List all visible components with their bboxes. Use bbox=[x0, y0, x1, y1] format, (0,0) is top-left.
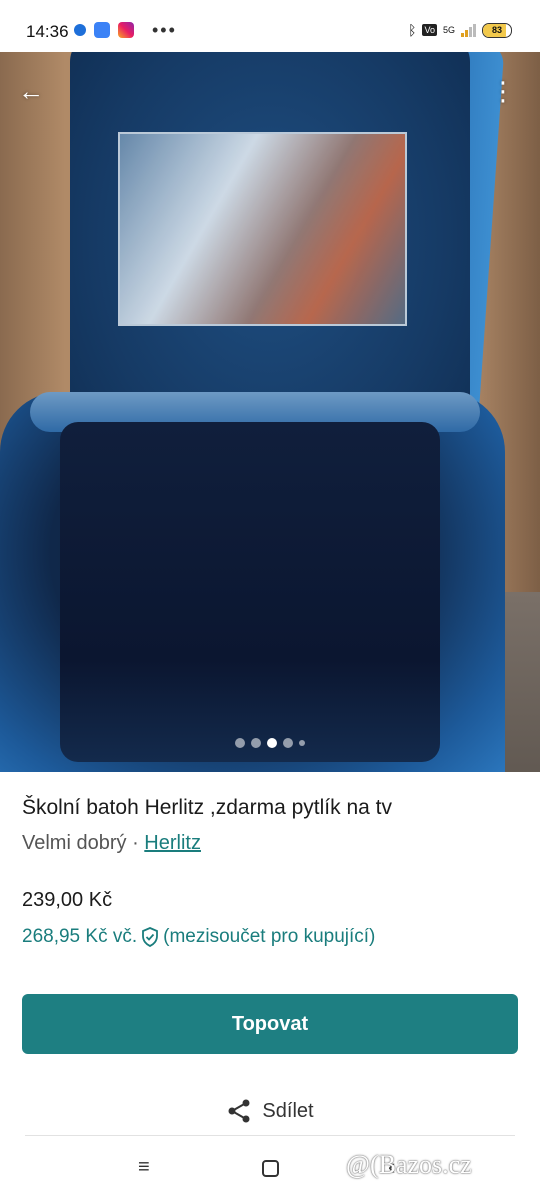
home-icon[interactable] bbox=[262, 1160, 279, 1177]
status-bar: 14:36 ••• ᛒ Vo 5G 83 bbox=[0, 0, 540, 52]
notification-icons bbox=[74, 22, 134, 38]
status-right: ᛒ Vo 5G 83 bbox=[408, 22, 512, 38]
price: 239,00 Kč bbox=[22, 889, 113, 911]
battery-level: 83 bbox=[491, 24, 502, 35]
battery-icon: 83 bbox=[482, 22, 512, 38]
watermark: @(Bazos.cz bbox=[346, 1150, 472, 1179]
bluetooth-icon: ᛒ bbox=[408, 22, 417, 38]
buyer-price: 268,95 Kč vč. bbox=[22, 926, 138, 947]
bag-name-pocket bbox=[118, 132, 407, 326]
bag-interior bbox=[60, 422, 440, 762]
pager-dot-active[interactable] bbox=[267, 738, 277, 748]
product-photo[interactable] bbox=[0, 52, 540, 772]
app-icon bbox=[94, 22, 110, 38]
promote-button[interactable]: Topovat bbox=[22, 994, 518, 1054]
pager-dot[interactable] bbox=[251, 738, 261, 748]
listing-title: Školní batoh Herlitz ,zdarma pytlík na t… bbox=[22, 796, 392, 819]
separator: · bbox=[132, 832, 139, 854]
share-label: Sdílet bbox=[262, 1099, 314, 1122]
shield-check-icon[interactable] bbox=[141, 927, 159, 947]
messenger-icon bbox=[74, 24, 86, 36]
more-notifications-icon: ••• bbox=[152, 20, 177, 40]
recent-apps-icon[interactable]: ≡ bbox=[138, 1156, 150, 1179]
network-label: 5G bbox=[442, 25, 455, 35]
status-time: 14:36 bbox=[26, 22, 69, 41]
back-arrow-icon[interactable]: ← bbox=[18, 78, 44, 104]
pager-dot[interactable] bbox=[235, 738, 245, 748]
condition-row: Velmi dobrý · Herlitz bbox=[22, 832, 518, 855]
pager-dot[interactable] bbox=[299, 740, 305, 746]
listing-details: Školní batoh Herlitz ,zdarma pytlík na t… bbox=[22, 790, 518, 948]
brand-link[interactable]: Herlitz bbox=[144, 832, 201, 854]
image-pager bbox=[0, 738, 540, 748]
pager-dot[interactable] bbox=[283, 738, 293, 748]
share-button[interactable]: Sdílet bbox=[0, 1098, 540, 1124]
more-options-icon[interactable]: ⋮ bbox=[490, 78, 516, 104]
buyer-price-row: 268,95 Kč vč. (mezisoučet pro kupující) bbox=[22, 926, 518, 948]
share-icon bbox=[228, 1099, 250, 1123]
divider bbox=[25, 1135, 515, 1136]
volte-icon: Vo bbox=[422, 24, 437, 36]
condition-label: Velmi dobrý bbox=[22, 832, 127, 854]
instagram-icon bbox=[118, 22, 134, 38]
buyer-price-note: (mezisoučet pro kupující) bbox=[163, 926, 376, 947]
signal-icon bbox=[461, 23, 476, 37]
